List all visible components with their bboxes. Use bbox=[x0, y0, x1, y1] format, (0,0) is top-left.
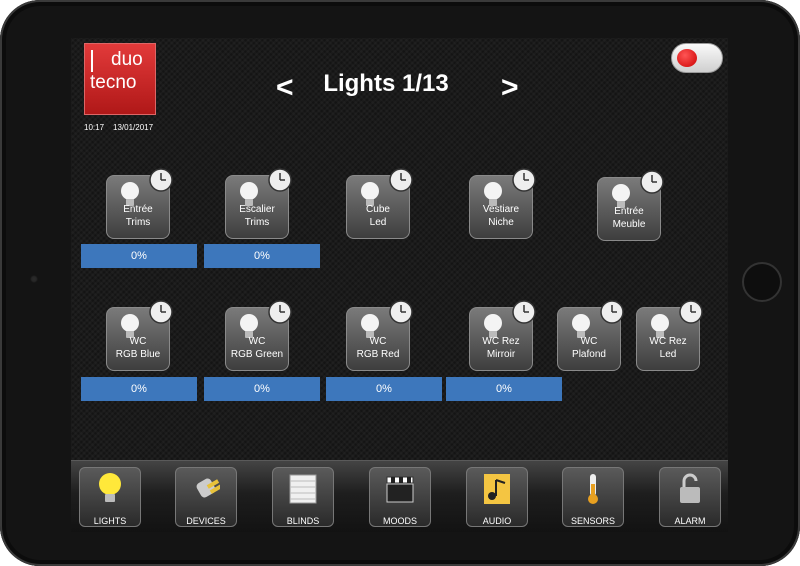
logo-text-duo: duo bbox=[111, 49, 143, 70]
record-toggle[interactable] bbox=[671, 43, 723, 73]
timer-clock-icon bbox=[679, 300, 703, 324]
light-name-line2: RGB Green bbox=[230, 349, 284, 360]
nav-label: AUDIO bbox=[482, 516, 512, 526]
plug-icon bbox=[196, 478, 220, 498]
light-name-line2: RGB Red bbox=[356, 349, 400, 360]
light-name-line1: WC bbox=[369, 336, 387, 347]
duotecno-logo: duo tecno bbox=[84, 43, 156, 115]
light-name-line2: Led bbox=[659, 349, 677, 360]
nav-label: LIGHTS bbox=[93, 516, 127, 526]
nav-devices-button[interactable]: DEVICES bbox=[175, 467, 237, 527]
light-name-line2: Trims bbox=[244, 217, 270, 228]
timer-clock-icon bbox=[268, 168, 292, 192]
dim-level-bar[interactable]: 0% bbox=[446, 377, 562, 401]
light-label: Vestiare Niche bbox=[470, 203, 532, 229]
timer-clock-icon bbox=[149, 300, 173, 324]
light-name-line2: Trims bbox=[125, 217, 151, 228]
light-tile[interactable]: WC Plafond bbox=[557, 300, 624, 371]
light-label: Entrée Meuble bbox=[598, 205, 660, 231]
nav-audio-button[interactable]: AUDIO bbox=[466, 467, 528, 527]
timer-clock-icon bbox=[389, 168, 413, 192]
dim-level-bar[interactable]: 0% bbox=[204, 244, 320, 268]
bulb-icon bbox=[99, 473, 121, 502]
nav-alarm-button[interactable]: ALARM bbox=[659, 467, 721, 527]
light-name-line1: Escalier bbox=[239, 204, 275, 215]
nav-sensors-button[interactable]: SENSORS bbox=[562, 467, 624, 527]
light-tile[interactable]: WC Rez Led bbox=[636, 300, 703, 371]
light-tile[interactable]: WC Rez Mirroir bbox=[469, 300, 536, 371]
light-label: WC Rez Led bbox=[637, 335, 699, 361]
timer-clock-icon bbox=[640, 170, 664, 194]
light-tile[interactable]: Cube Led bbox=[346, 168, 413, 239]
nav-blinds-button[interactable]: BLINDS bbox=[272, 467, 334, 527]
clock-time: 10:17 bbox=[84, 123, 105, 132]
light-tile[interactable]: Entrée Trims bbox=[106, 168, 173, 239]
nav-label: DEVICES bbox=[186, 516, 226, 526]
logo-text-tecno: tecno bbox=[90, 72, 137, 93]
light-label: Entrée Trims bbox=[107, 203, 169, 229]
nav-lights-button[interactable]: LIGHTS bbox=[79, 467, 141, 527]
clapperboard-icon bbox=[386, 476, 414, 503]
dim-level-bar[interactable]: 0% bbox=[204, 377, 320, 401]
light-name-line1: WC bbox=[129, 336, 147, 347]
nav-label: SENSORS bbox=[570, 516, 615, 526]
light-label: Cube Led bbox=[347, 203, 409, 229]
front-camera bbox=[30, 275, 38, 283]
clock-date: 13/01/2017 bbox=[113, 123, 154, 132]
light-tile[interactable]: Entrée Meuble bbox=[597, 170, 664, 241]
next-page-button[interactable]: > bbox=[501, 73, 519, 103]
light-label: WC Plafond bbox=[558, 335, 620, 361]
light-name-line1: Cube bbox=[366, 204, 390, 215]
light-label: WC RGB Blue bbox=[107, 335, 169, 361]
thermometer-icon bbox=[588, 474, 598, 504]
padlock-icon bbox=[680, 473, 700, 503]
light-name-line2: Mirroir bbox=[486, 349, 516, 360]
light-name-line2: Meuble bbox=[612, 219, 646, 230]
light-tile[interactable]: WC RGB Red bbox=[346, 300, 413, 371]
light-tile[interactable]: Escalier Trims bbox=[225, 168, 292, 239]
light-name-line1: Vestiare bbox=[482, 204, 520, 215]
light-name-line1: Entrée bbox=[614, 206, 644, 217]
app-screen: duo tecno 10:17 13/01/2017 < Lights 1/13… bbox=[71, 38, 728, 532]
home-button[interactable] bbox=[742, 262, 782, 302]
nav-moods-button[interactable]: MOODS bbox=[369, 467, 431, 527]
light-label: WC RGB Red bbox=[347, 335, 409, 361]
timer-clock-icon bbox=[389, 300, 413, 324]
light-label: WC RGB Green bbox=[226, 335, 288, 361]
timer-clock-icon bbox=[512, 168, 536, 192]
light-name-line1: WC bbox=[248, 336, 266, 347]
nav-label: ALARM bbox=[674, 516, 706, 526]
dim-level-bar[interactable]: 0% bbox=[81, 377, 197, 401]
blinds-icon bbox=[289, 474, 317, 504]
music-note-icon bbox=[484, 474, 510, 504]
dim-level-bar[interactable]: 0% bbox=[81, 244, 197, 268]
timer-clock-icon bbox=[512, 300, 536, 324]
logo-bar bbox=[91, 50, 93, 72]
light-label: WC Rez Mirroir bbox=[470, 335, 532, 361]
light-name-line1: Entrée bbox=[123, 204, 153, 215]
light-name-line2: Niche bbox=[488, 217, 514, 228]
record-dot-icon bbox=[677, 49, 697, 67]
light-tile[interactable]: Vestiare Niche bbox=[469, 168, 536, 239]
bottom-nav-bar: LIGHTS DEVICES BLINDS MOODS AUDIO SENSOR… bbox=[71, 460, 728, 532]
light-name-line2: RGB Blue bbox=[115, 349, 161, 360]
timer-clock-icon bbox=[268, 300, 292, 324]
dim-level-bar[interactable]: 0% bbox=[326, 377, 442, 401]
timer-clock-icon bbox=[149, 168, 173, 192]
light-name-line1: WC Rez bbox=[482, 336, 520, 347]
light-name-line1: WC bbox=[580, 336, 598, 347]
light-tile[interactable]: WC RGB Green bbox=[225, 300, 292, 371]
light-name-line1: WC Rez bbox=[649, 336, 687, 347]
light-tile[interactable]: WC RGB Blue bbox=[106, 300, 173, 371]
page-title: Lights 1/13 bbox=[323, 70, 449, 97]
tablet-frame: duo tecno 10:17 13/01/2017 < Lights 1/13… bbox=[0, 0, 800, 566]
light-name-line2: Plafond bbox=[572, 349, 606, 360]
timer-clock-icon bbox=[600, 300, 624, 324]
nav-label: BLINDS bbox=[286, 516, 320, 526]
light-name-line2: Led bbox=[369, 217, 387, 228]
nav-label: MOODS bbox=[382, 516, 417, 526]
light-label: Escalier Trims bbox=[226, 203, 288, 229]
